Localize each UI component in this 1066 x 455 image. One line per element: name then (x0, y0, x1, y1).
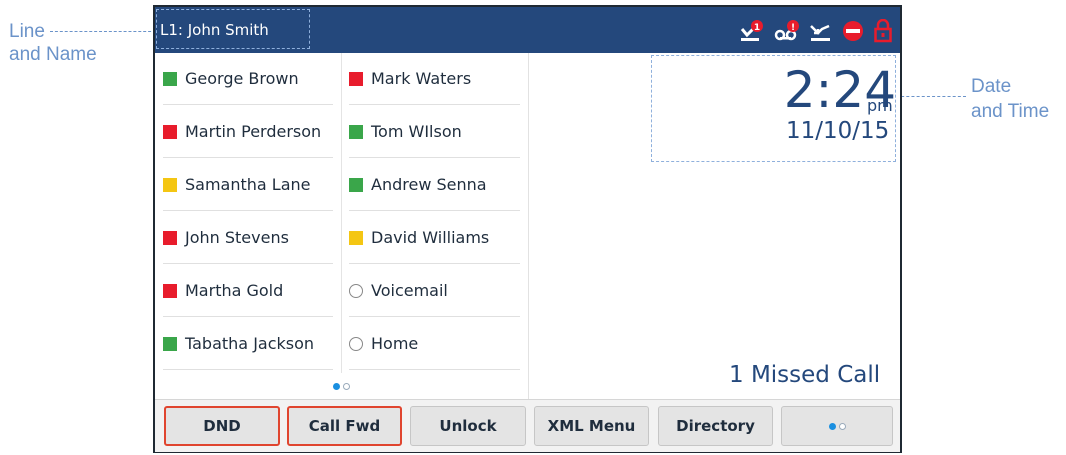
call-fwd-softkey[interactable]: Call Fwd (287, 406, 402, 446)
page-dot-inactive (343, 382, 350, 390)
dnd-icon[interactable] (842, 20, 864, 42)
presence-available-icon (349, 124, 363, 139)
contact-name: Martha Gold (185, 281, 284, 300)
contact-name: Mark Waters (371, 69, 472, 88)
call-forward-icon[interactable] (810, 20, 832, 42)
contact-row[interactable]: George Brown (163, 53, 333, 105)
list-page-indicator[interactable] (155, 373, 528, 399)
contact-row[interactable]: Martha Gold (163, 265, 333, 317)
clock-ampm: pm (867, 96, 893, 115)
contact-name: George Brown (185, 69, 299, 88)
column-divider (341, 53, 342, 373)
page-dot-active (828, 422, 836, 430)
clock-date: 11/10/15 (786, 118, 890, 144)
missed-calls-badge-icon[interactable]: 1 (740, 20, 764, 42)
contact-name: John Stevens (185, 228, 289, 247)
line-name-highlight (156, 9, 310, 49)
contact-name: David Williams (371, 228, 490, 247)
svg-text:1: 1 (754, 23, 760, 33)
presence-available-icon (163, 336, 177, 351)
contact-row[interactable]: Tabatha Jackson (163, 318, 333, 370)
callout-date-time-2: and Time (971, 101, 1050, 122)
contact-row[interactable]: Mark Waters (349, 53, 520, 105)
more-softkeys-button[interactable] (781, 406, 893, 446)
callout-line-name-connector (50, 31, 156, 32)
callout-line-name-1: Line (9, 21, 45, 42)
contact-row[interactable]: Home (349, 318, 520, 370)
clock-time: 2:24 (783, 61, 896, 119)
contact-row[interactable]: Tom WIlson (349, 106, 520, 158)
contact-row[interactable]: Voicemail (349, 265, 520, 317)
contact-name: Tabatha Jackson (185, 334, 315, 353)
status-icons: 1 ! (740, 19, 892, 43)
speed-dial-list: George Brown Martin Perderson Samantha L… (155, 53, 529, 399)
svg-text:!: ! (791, 23, 795, 33)
page-dot-active (333, 382, 340, 390)
contact-row[interactable]: John Stevens (163, 212, 333, 264)
contact-row[interactable]: Martin Perderson (163, 106, 333, 158)
contact-name: Martin Perderson (185, 122, 322, 141)
contact-row[interactable]: David Williams (349, 212, 520, 264)
presence-busy-icon (163, 230, 177, 245)
contact-name: Andrew Senna (371, 175, 487, 194)
lock-icon[interactable] (874, 19, 892, 43)
contact-name: Home (371, 334, 419, 353)
presence-available-icon (349, 177, 363, 192)
presence-away-icon (163, 177, 177, 192)
callout-line-name-2: and Name (9, 44, 97, 65)
missed-call-notice[interactable]: 1 Missed Call (729, 362, 880, 388)
unlock-softkey[interactable]: Unlock (410, 406, 526, 446)
directory-softkey[interactable]: Directory (658, 406, 773, 446)
contact-row[interactable]: Samantha Lane (163, 159, 333, 211)
callout-date-time-1: Date (971, 76, 1012, 97)
speed-dial-ring-icon (349, 283, 363, 298)
contact-name: Tom WIlson (371, 122, 462, 141)
page-dot-inactive (838, 422, 846, 430)
presence-busy-icon (163, 124, 177, 139)
softkey-bar: DND Call Fwd Unlock XML Menu Directory (155, 399, 900, 452)
dnd-softkey[interactable]: DND (164, 406, 280, 446)
presence-available-icon (163, 71, 177, 86)
contact-name: Samantha Lane (185, 175, 311, 194)
voicemail-alert-icon[interactable]: ! (774, 20, 800, 42)
contact-name: Voicemail (371, 281, 448, 300)
presence-busy-icon (163, 283, 177, 298)
speed-dial-ring-icon (349, 336, 363, 351)
xml-menu-softkey[interactable]: XML Menu (534, 406, 649, 446)
presence-away-icon (349, 230, 363, 245)
contact-row[interactable]: Andrew Senna (349, 159, 520, 211)
callout-date-time-connector (896, 96, 966, 97)
presence-busy-icon (349, 71, 363, 86)
